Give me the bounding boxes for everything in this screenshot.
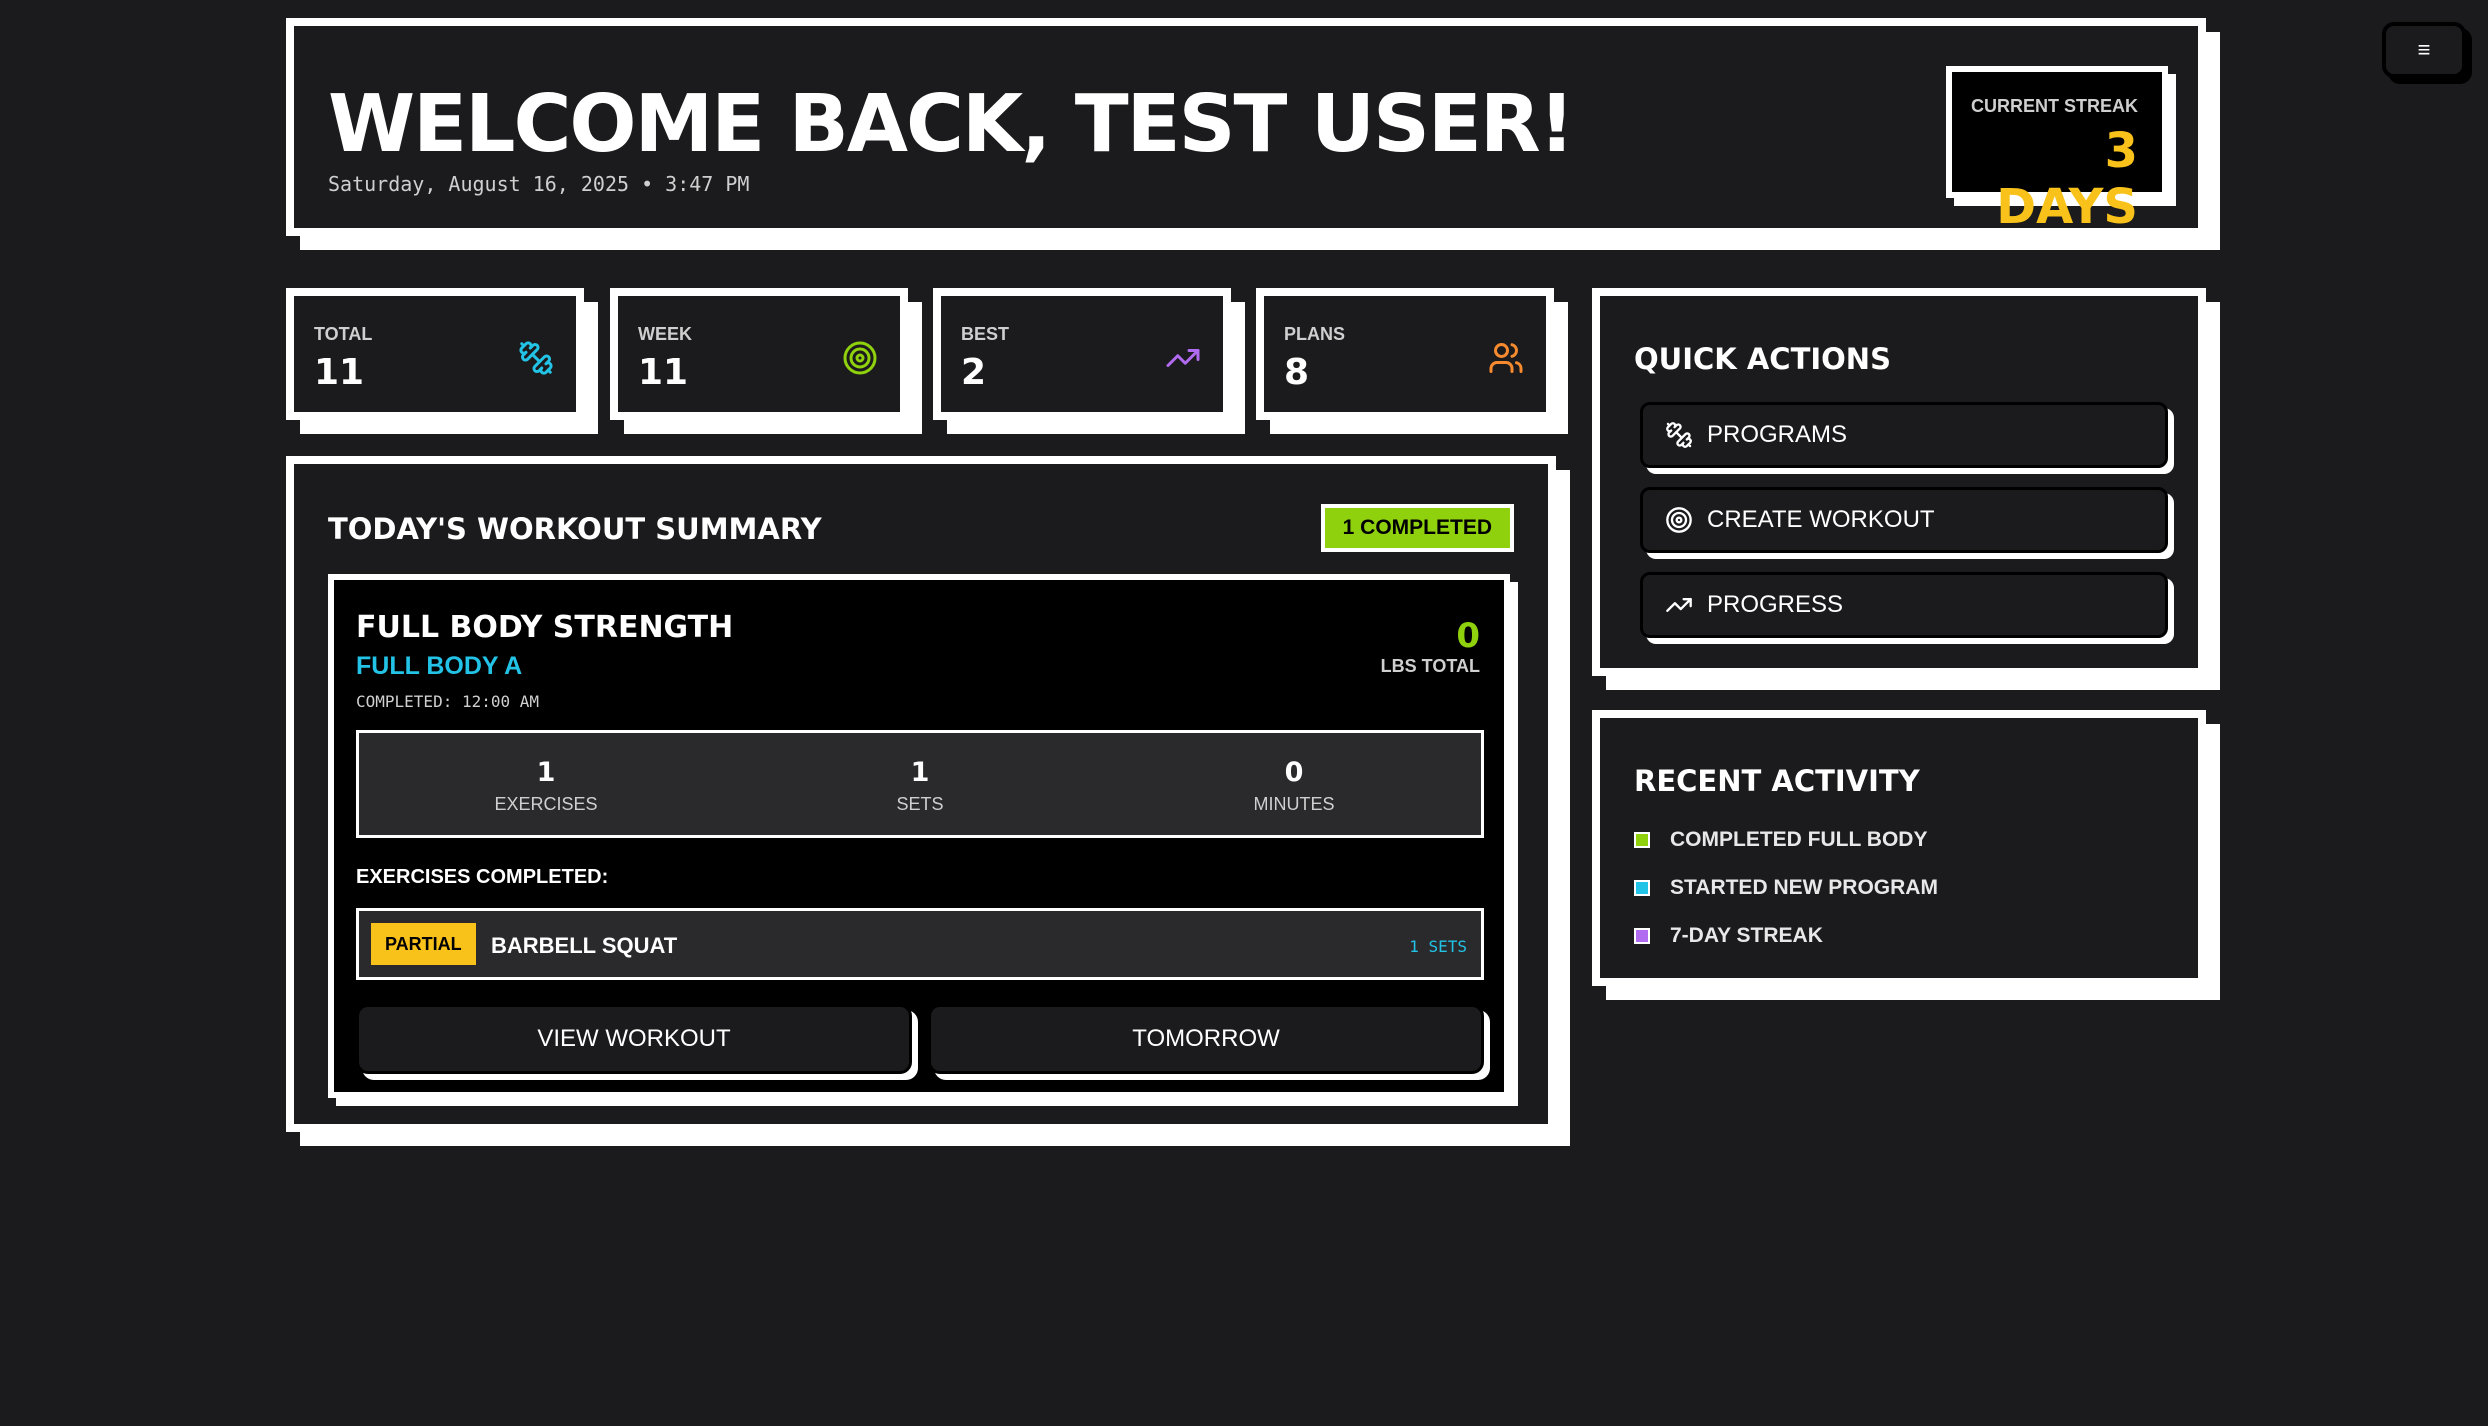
- target-icon: [1666, 507, 1692, 533]
- activity-label: COMPLETED FULL BODY: [1670, 828, 1928, 851]
- activity-label: 7-DAY STREAK: [1670, 924, 1823, 947]
- activity-marker: [1634, 832, 1650, 848]
- workout-stats-row: 1 EXERCISES 1 SETS 0 MINUTES: [356, 730, 1484, 838]
- minutes-count: 0 MINUTES: [1107, 733, 1481, 835]
- activity-item: COMPLETED FULL BODY: [1634, 828, 1927, 852]
- view-workout-button[interactable]: VIEW WORKOUT: [356, 1004, 912, 1074]
- stat-value: 11: [638, 352, 689, 393]
- section-title: QUICK ACTIONS: [1634, 342, 1891, 376]
- workout-subtitle: FULL BODY A: [356, 652, 523, 680]
- completed-time: COMPLETED: 12:00 AM: [356, 692, 540, 711]
- stat-label: PLANS: [1284, 324, 1346, 344]
- workout-name: FULL BODY STRENGTH: [356, 610, 734, 645]
- dumbbell-icon: [1666, 422, 1692, 448]
- streak-card: CURRENT STREAK 3 DAYS: [1946, 66, 2168, 235]
- current-datetime: Saturday, August 16, 2025 • 3:47 PM: [328, 172, 750, 196]
- completed-badge: 1 COMPLETED: [1320, 504, 1514, 552]
- page-title: WELCOME BACK, TEST USER!: [328, 78, 1575, 170]
- programs-button[interactable]: PROGRAMS: [1640, 402, 2168, 468]
- target-icon: [843, 341, 877, 375]
- quick-actions-panel: QUICK ACTIONS PROGRAMS CREATE WORKOUT PR…: [1592, 288, 2206, 676]
- stat-label: WEEK: [638, 324, 692, 344]
- users-icon: [1489, 343, 1523, 373]
- lbs-total-label: LBS TOTAL: [1380, 656, 1480, 676]
- section-title: RECENT ACTIVITY: [1634, 764, 1920, 798]
- workout-card[interactable]: FULL BODY STRENGTH FULL BODY A COMPLETED…: [328, 574, 1510, 1098]
- exercise-name: BARBELL SQUAT: [491, 933, 678, 958]
- streak-value: 3 DAYS: [1996, 123, 2138, 235]
- count-value: 1: [910, 757, 930, 788]
- workout-summary-panel: TODAY'S WORKOUT SUMMARY 1 COMPLETED FULL…: [286, 456, 1556, 1132]
- trending-up-icon: [1166, 349, 1200, 367]
- stat-value: 8: [1284, 352, 1310, 393]
- count-value: 1: [536, 757, 556, 788]
- stat-label: TOTAL: [314, 324, 373, 344]
- stat-card-week: WEEK 11: [610, 288, 908, 420]
- recent-activity-panel: RECENT ACTIVITY COMPLETED FULL BODY STAR…: [1592, 710, 2206, 986]
- create-workout-button[interactable]: CREATE WORKOUT: [1640, 487, 2168, 553]
- exercises-count: 1 EXERCISES: [359, 733, 733, 835]
- menu-button[interactable]: ≡: [2382, 22, 2466, 78]
- quick-action-label: PROGRAMS: [1707, 421, 1848, 448]
- count-value: 0: [1284, 757, 1304, 788]
- sets-count: 1 SETS: [733, 733, 1107, 835]
- welcome-header: WELCOME BACK, TEST USER! Saturday, Augus…: [286, 18, 2206, 236]
- stat-label: BEST: [961, 324, 1010, 344]
- activity-label: STARTED NEW PROGRAM: [1670, 876, 1938, 899]
- status-badge: PARTIAL: [371, 923, 476, 965]
- section-title: TODAY'S WORKOUT SUMMARY: [328, 512, 822, 546]
- stat-card-total: TOTAL 11: [286, 288, 584, 420]
- stat-card-plans: PLANS 8: [1256, 288, 1554, 420]
- quick-action-label: PROGRESS: [1707, 591, 1844, 618]
- count-label: SETS: [896, 794, 944, 814]
- activity-marker: [1634, 880, 1650, 896]
- progress-button[interactable]: PROGRESS: [1640, 572, 2168, 638]
- exercise-row[interactable]: PARTIAL BARBELL SQUAT 1 SETS: [356, 908, 1484, 980]
- activity-item: STARTED NEW PROGRAM: [1634, 876, 1938, 900]
- trending-up-icon: [1666, 598, 1692, 612]
- streak-label: CURRENT STREAK: [1970, 96, 2138, 116]
- stat-value: 11: [314, 352, 365, 393]
- count-label: EXERCISES: [494, 794, 598, 814]
- quick-action-label: CREATE WORKOUT: [1707, 506, 1935, 533]
- activity-marker: [1634, 928, 1650, 944]
- count-label: MINUTES: [1253, 794, 1335, 814]
- stat-value: 2: [961, 352, 987, 393]
- tomorrow-button[interactable]: TOMORROW: [928, 1004, 1484, 1074]
- dumbbell-icon: [519, 341, 553, 375]
- activity-item: 7-DAY STREAK: [1634, 924, 1823, 948]
- exercises-heading: EXERCISES COMPLETED:: [356, 866, 609, 888]
- stat-card-best: BEST 2: [933, 288, 1231, 420]
- lbs-total-value: 0: [1456, 616, 1480, 656]
- exercise-sets: 1 SETS: [1409, 937, 1467, 956]
